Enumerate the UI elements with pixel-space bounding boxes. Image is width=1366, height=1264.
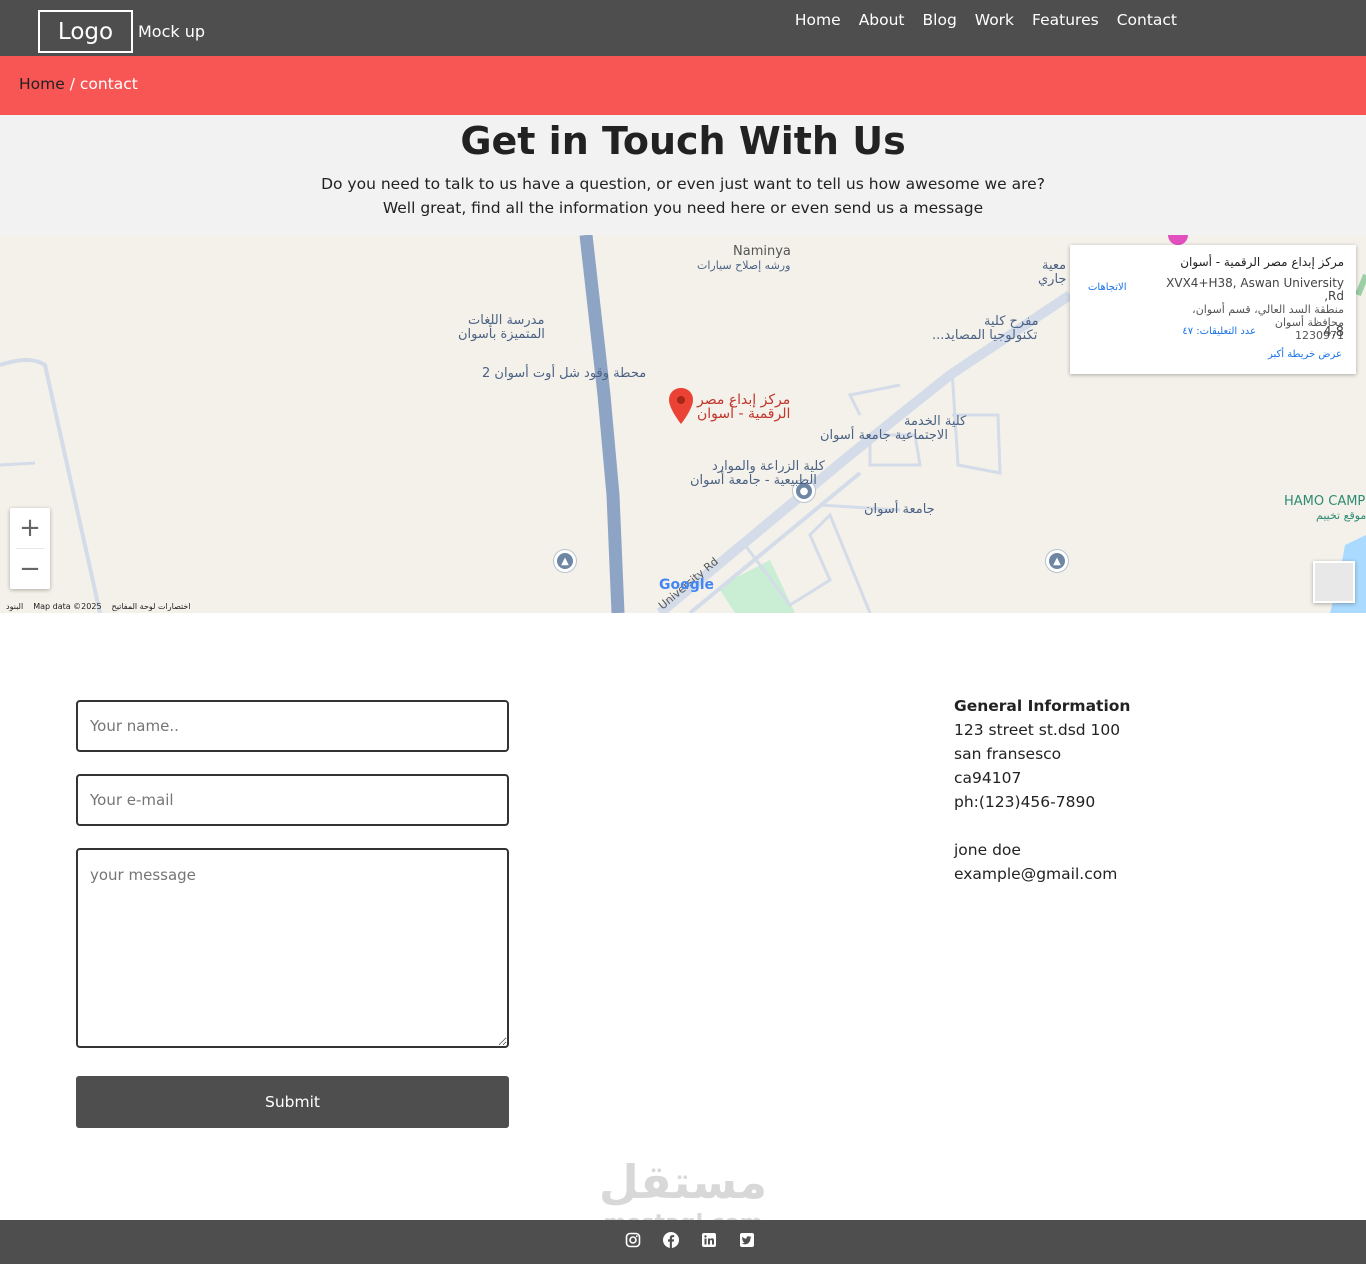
reviews-link[interactable]: عدد التعليقات: ٤٧ <box>1182 326 1256 337</box>
nav-contact-link[interactable]: Contact <box>1117 11 1177 29</box>
hero-text-line-2: Well great, find all the information you… <box>382 199 984 217</box>
map-data-credit: Map data ©2025 <box>33 602 102 611</box>
nav-about-link[interactable]: About <box>859 11 905 29</box>
address-line-2: san fransesco <box>954 745 1062 763</box>
logo[interactable]: Logo <box>38 10 133 53</box>
map-label-service-2: الاجتماعية جامعة أسوان <box>820 428 948 443</box>
nav-blog-link[interactable]: Blog <box>923 11 957 29</box>
place-info-card: مركز إبداع مصر الرقمية - أسوان XVX4+H38,… <box>1070 245 1356 374</box>
main-nav: Home About Blog Work Features Contact <box>795 11 1177 29</box>
nav-features-link[interactable]: Features <box>1032 11 1099 29</box>
map-label-agri-1: كلية الزراعة والموارد <box>712 459 825 474</box>
breadcrumb-separator: / <box>64 75 80 93</box>
place-title: مركز إبداع مصر الرقمية - أسوان <box>1180 255 1344 269</box>
zoom-out-button[interactable]: − <box>10 549 50 589</box>
map-label-edge-2: جاري <box>1038 272 1067 287</box>
hero-section: Get in Touch With Us Do you need to talk… <box>0 115 1366 235</box>
map-label-service-1: كلية الخدمة <box>904 414 967 429</box>
map-label-tech-2: تكنولوجيا المصايد... <box>932 328 1038 343</box>
facebook-icon[interactable] <box>663 1232 679 1248</box>
linkedin-icon[interactable] <box>701 1232 717 1248</box>
keyboard-shortcuts-link[interactable]: اختصارات لوحة المفاتيح <box>112 602 191 611</box>
directions-link[interactable]: الاتجاهات <box>1088 282 1127 293</box>
view-larger-map-link[interactable]: عرض خريطة أكبر <box>1268 349 1342 360</box>
place-address-line-1: XVX4+H38, Aswan University Rd, <box>1166 276 1344 303</box>
map-label-agri-2: الطبيعية - جامعة أسوان <box>690 473 817 488</box>
street-view-button[interactable] <box>1313 561 1355 603</box>
address-line-3: ca94107 <box>954 769 1022 787</box>
instagram-icon[interactable] <box>625 1232 641 1248</box>
map-label-naminya-sub: ورشه إصلاح سيارات <box>697 259 791 272</box>
embedded-map[interactable]: ● Naminya ورشه إصلاح سيارات ▲ مدرسة اللغ… <box>0 235 1366 613</box>
zoom-in-button[interactable]: + <box>10 508 50 548</box>
map-label-university: جامعة أسوان <box>864 502 935 517</box>
email-input[interactable] <box>76 774 509 826</box>
contact-name: jone doe <box>954 841 1021 859</box>
breadcrumb-home-link[interactable]: Home <box>19 75 65 93</box>
general-information: General Information 123 street st.dsd 10… <box>954 694 1130 886</box>
watermark-arabic: مستقل <box>598 1155 768 1209</box>
location-pin-icon[interactable] <box>669 388 693 424</box>
message-textarea[interactable] <box>76 848 509 1048</box>
contact-email: example@gmail.com <box>954 865 1118 883</box>
college-marker-icon[interactable]: ▲ <box>1046 550 1068 572</box>
nav-home-link[interactable]: Home <box>795 11 841 29</box>
map-label-hamo-sub: موقع تخييم <box>1316 509 1366 522</box>
site-subtitle: Mock up <box>138 22 206 41</box>
zoom-control: + − <box>10 508 50 589</box>
page-title: Get in Touch With Us <box>460 119 906 163</box>
nav-work-link[interactable]: Work <box>975 11 1014 29</box>
school-marker-icon[interactable]: ▲ <box>554 550 576 572</box>
phone-number: ph:(123)456-7890 <box>954 793 1096 811</box>
map-label-school-2: المتميزة بأسوان <box>458 327 545 342</box>
address-line-1: 123 street st.dsd 100 <box>954 721 1121 739</box>
name-input[interactable] <box>76 700 509 752</box>
map-label-place-2: الرقمية - أسوان <box>697 406 791 422</box>
map-terms-link[interactable]: البنود <box>6 602 23 611</box>
map-label-place-1: مركز إبداع مصر <box>697 392 791 408</box>
map-label-hamo-camp: HAMO CAMP <box>1284 494 1366 509</box>
map-label-gas-station: محطة وقود شل أوت أسوان 2 <box>482 366 647 381</box>
google-logo: Google <box>659 577 715 593</box>
map-label-school-1: مدرسة اللغات <box>468 313 545 328</box>
twitter-icon[interactable] <box>739 1232 755 1248</box>
map-label-naminya: Naminya <box>733 244 791 259</box>
breadcrumb: Home / contact <box>19 75 138 93</box>
hero-text-line-1: Do you need to talk to us have a questio… <box>321 175 1045 193</box>
map-footer: البنود Map data ©2025 اختصارات لوحة المف… <box>0 600 191 613</box>
place-rating: 4.8 <box>1323 325 1344 340</box>
general-information-heading: General Information <box>954 697 1131 715</box>
map-label-edge-1: معية <box>1042 258 1067 273</box>
breadcrumb-bar <box>0 56 1366 115</box>
social-links <box>625 1232 755 1248</box>
submit-button[interactable]: Submit <box>76 1076 509 1128</box>
map-label-tech-1: مفرح كلية <box>984 314 1039 329</box>
breadcrumb-current: contact <box>79 75 138 93</box>
